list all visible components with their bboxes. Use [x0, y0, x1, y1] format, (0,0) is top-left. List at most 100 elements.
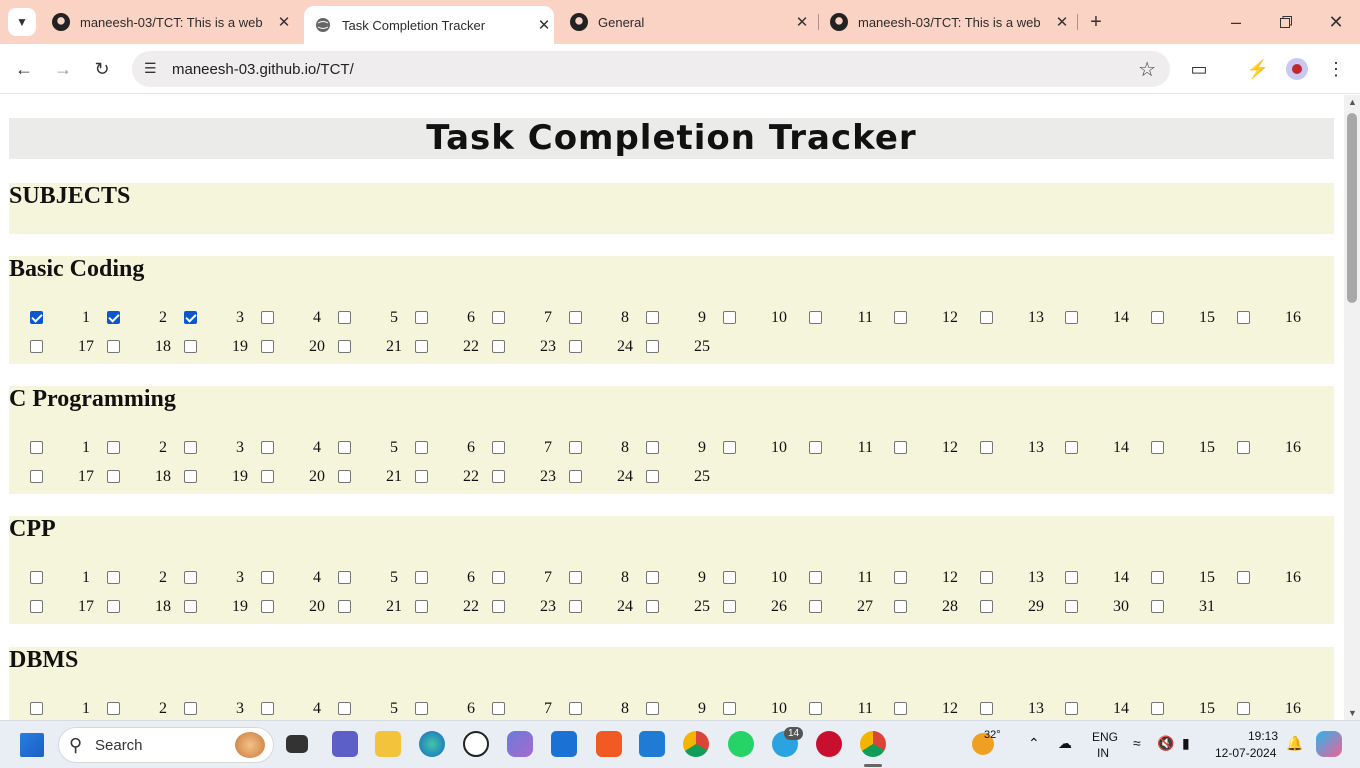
task-checkbox[interactable]: [184, 600, 197, 613]
task-checkbox[interactable]: [261, 571, 274, 584]
task-checkbox[interactable]: [107, 470, 120, 483]
task-checkbox[interactable]: [646, 470, 659, 483]
language-top[interactable]: ENG: [1092, 730, 1118, 744]
task-checkbox[interactable]: [980, 441, 993, 454]
task-checkbox[interactable]: [1151, 571, 1164, 584]
task-checkbox[interactable]: [415, 441, 428, 454]
task-checkbox[interactable]: [646, 441, 659, 454]
task-checkbox[interactable]: [338, 311, 351, 324]
task-checkbox[interactable]: [1151, 600, 1164, 613]
task-checkbox[interactable]: [980, 702, 993, 715]
tab-task-tracker[interactable]: Task Completion Tracker ✕: [304, 6, 554, 44]
task-checkbox[interactable]: [415, 311, 428, 324]
task-checkbox[interactable]: [809, 571, 822, 584]
task-checkbox[interactable]: [415, 600, 428, 613]
task-checkbox[interactable]: [646, 600, 659, 613]
task-checkbox[interactable]: [894, 441, 907, 454]
task-checkbox[interactable]: [646, 311, 659, 324]
task-checkbox[interactable]: [261, 340, 274, 353]
task-checkbox[interactable]: [809, 441, 822, 454]
task-checkbox[interactable]: [261, 702, 274, 715]
clock-time[interactable]: 19:13: [1248, 729, 1278, 743]
task-checkbox[interactable]: [184, 470, 197, 483]
task-checkbox[interactable]: [569, 571, 582, 584]
task-checkbox[interactable]: [1237, 571, 1250, 584]
edge-icon[interactable]: [419, 731, 445, 757]
task-checkbox[interactable]: [894, 311, 907, 324]
start-icon[interactable]: [20, 733, 44, 757]
task-checkbox[interactable]: [569, 600, 582, 613]
task-checkbox[interactable]: [492, 702, 505, 715]
close-icon[interactable]: ✕: [1052, 13, 1072, 31]
task-checkbox[interactable]: [809, 600, 822, 613]
tab-search-button[interactable]: ▼: [8, 8, 36, 36]
speaker-muted-icon[interactable]: 🔇: [1157, 735, 1174, 752]
task-checkbox[interactable]: [492, 441, 505, 454]
task-checkbox[interactable]: [1237, 702, 1250, 715]
dell-icon[interactable]: [463, 731, 489, 757]
taskbar-search[interactable]: ⚲ Search: [58, 727, 274, 763]
task-checkbox[interactable]: [723, 702, 736, 715]
task-checkbox[interactable]: [646, 340, 659, 353]
task-checkbox[interactable]: [338, 600, 351, 613]
task-checkbox[interactable]: [261, 470, 274, 483]
task-checkbox[interactable]: [1065, 702, 1078, 715]
task-checkbox[interactable]: [1151, 702, 1164, 715]
task-checkbox[interactable]: [261, 600, 274, 613]
task-checkbox[interactable]: [894, 702, 907, 715]
bookmark-star-icon[interactable]: ☆: [1138, 57, 1156, 82]
task-checkbox[interactable]: [809, 702, 822, 715]
vscode-icon[interactable]: [639, 731, 665, 757]
close-icon[interactable]: ✕: [792, 13, 812, 31]
scroll-up-arrow[interactable]: ▲: [1348, 97, 1357, 107]
task-checkbox[interactable]: [492, 600, 505, 613]
onedrive-icon[interactable]: ☁: [1058, 735, 1072, 752]
minimize-button[interactable]: –: [1222, 8, 1250, 36]
task-checkbox[interactable]: [1065, 571, 1078, 584]
reload-button[interactable]: ↻: [88, 55, 116, 83]
task-checkbox[interactable]: [184, 702, 197, 715]
task-checkbox[interactable]: [1065, 311, 1078, 324]
task-checkbox[interactable]: [723, 571, 736, 584]
forward-button[interactable]: →: [49, 55, 77, 83]
task-checkbox[interactable]: [107, 600, 120, 613]
task-checkbox[interactable]: [646, 702, 659, 715]
whatsapp-icon[interactable]: [728, 731, 754, 757]
brave-icon[interactable]: [596, 731, 622, 757]
task-checkbox[interactable]: [338, 340, 351, 353]
task-checkbox[interactable]: [415, 571, 428, 584]
back-button[interactable]: ←: [10, 55, 38, 83]
task-checkbox[interactable]: [1151, 441, 1164, 454]
task-checkbox[interactable]: [30, 441, 43, 454]
task-checkbox[interactable]: [894, 571, 907, 584]
task-checkbox[interactable]: [30, 470, 43, 483]
notification-icon[interactable]: 🔔: [1286, 735, 1303, 752]
scroll-down-arrow[interactable]: ▼: [1348, 708, 1357, 718]
task-checkbox[interactable]: [980, 600, 993, 613]
chevron-up-icon[interactable]: ⌃: [1028, 735, 1040, 752]
scrollbar[interactable]: ▲ ▼: [1344, 95, 1360, 720]
tab-github-1[interactable]: maneesh-03/TCT: This is a web ✕: [44, 0, 294, 44]
task-checkbox[interactable]: [30, 600, 43, 613]
task-checkbox[interactable]: [338, 470, 351, 483]
tab-general[interactable]: General ✕: [562, 0, 812, 44]
task-view-icon[interactable]: [286, 735, 308, 753]
task-checkbox[interactable]: [30, 571, 43, 584]
clock-date[interactable]: 12-07-2024: [1215, 746, 1276, 760]
task-checkbox[interactable]: [723, 600, 736, 613]
task-checkbox[interactable]: [415, 702, 428, 715]
address-bar[interactable]: ☰ maneesh-03.github.io/TCT/ ☆: [132, 51, 1170, 87]
task-checkbox[interactable]: [646, 571, 659, 584]
teams-icon[interactable]: [332, 731, 358, 757]
task-checkbox[interactable]: [338, 571, 351, 584]
close-icon[interactable]: ✕: [274, 13, 294, 31]
language-bottom[interactable]: IN: [1097, 746, 1109, 760]
task-checkbox[interactable]: [30, 702, 43, 715]
task-checkbox[interactable]: [415, 470, 428, 483]
task-checkbox[interactable]: [809, 311, 822, 324]
task-checkbox[interactable]: [30, 311, 43, 324]
battery-icon[interactable]: ▮: [1182, 735, 1190, 752]
task-checkbox[interactable]: [723, 441, 736, 454]
task-checkbox[interactable]: [107, 311, 120, 324]
task-checkbox[interactable]: [30, 340, 43, 353]
